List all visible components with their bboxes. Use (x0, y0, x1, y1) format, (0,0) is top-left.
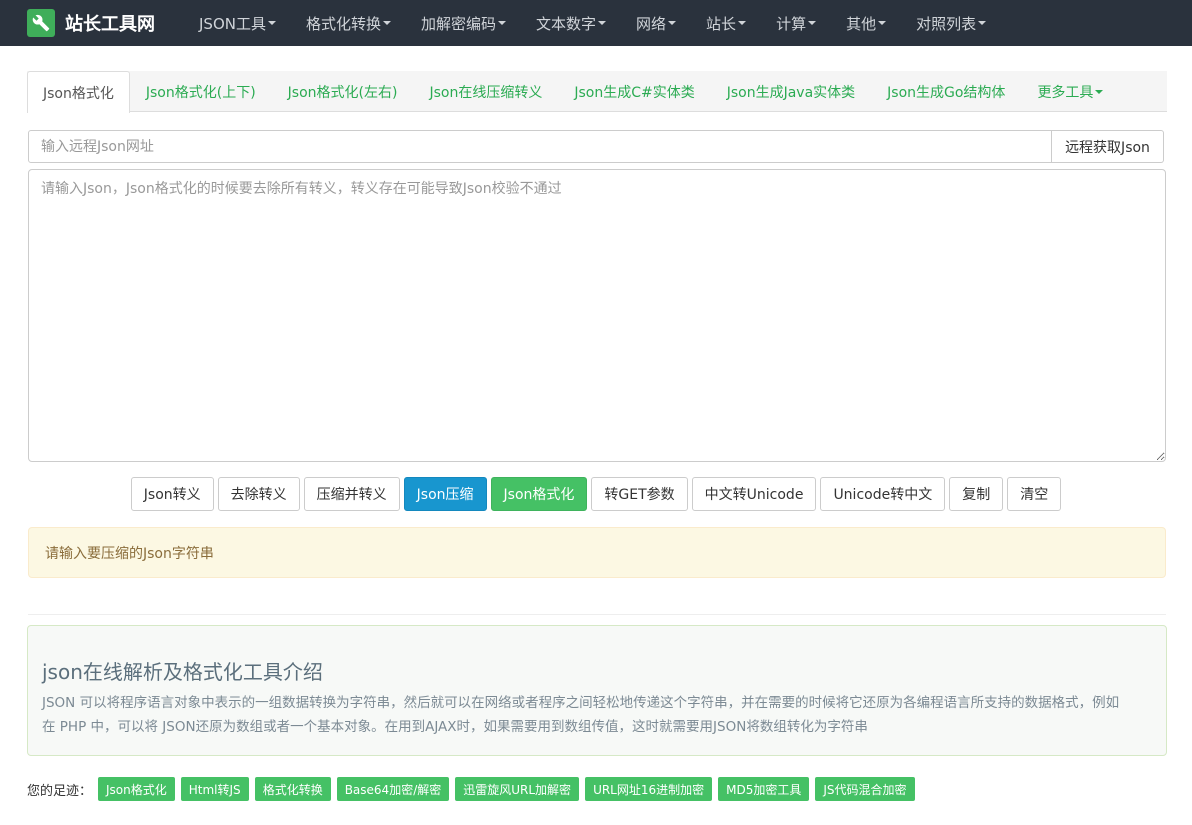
wrench-icon (27, 9, 55, 37)
compress-and-escape-button[interactable]: 压缩并转义 (303, 477, 400, 511)
nav-webmaster[interactable]: 站长 (691, 13, 761, 34)
section-divider (28, 614, 1166, 615)
footprint-link[interactable]: Base64加密/解密 (336, 777, 450, 801)
json-escape-button[interactable]: Json转义 (130, 477, 214, 511)
caret-down-icon (668, 21, 677, 25)
brand-link[interactable]: 站长工具网 (0, 9, 184, 37)
caret-down-icon (878, 21, 887, 25)
json-compress-button[interactable]: Json压缩 (403, 477, 487, 511)
caret-down-icon (267, 21, 276, 25)
tab-json-to-go[interactable]: Json生成Go结构体 (871, 71, 1021, 112)
nav-label: JSON工具 (199, 14, 266, 33)
caret-down-icon (498, 21, 507, 25)
action-buttons: Json转义 去除转义 压缩并转义 Json压缩 Json格式化 转GET参数 … (0, 477, 1192, 511)
caret-down-icon (383, 21, 391, 25)
remote-url-group: 远程获取Json (28, 130, 1164, 163)
unicode-to-chinese-button[interactable]: Unicode转中文 (820, 477, 946, 511)
footprint-link[interactable]: Html转JS (180, 777, 249, 801)
nav-json-tools[interactable]: JSON工具 (184, 13, 291, 34)
remove-escape-button[interactable]: 去除转义 (217, 477, 300, 511)
nav-label: 文本数字 (536, 14, 597, 33)
caret-down-icon (738, 21, 747, 25)
alert-message: 请输入要压缩的Json字符串 (45, 545, 214, 562)
fetch-remote-json-button[interactable]: 远程获取Json (1052, 130, 1164, 163)
footprint-link[interactable]: JS代码混合加密 (815, 777, 915, 801)
brand-name: 站长工具网 (65, 14, 155, 35)
copy-button[interactable]: 复制 (949, 477, 1004, 511)
nav-label: 对照列表 (916, 14, 977, 33)
caret-down-icon (808, 21, 817, 25)
tool-tabs: Json格式化 Json格式化(上下) Json格式化(左右) Json在线压缩… (27, 71, 1167, 113)
nav-other[interactable]: 其他 (831, 13, 901, 34)
nav-label: 站长 (706, 14, 737, 33)
tab-json-format[interactable]: Json格式化 (27, 71, 130, 113)
footprint-link[interactable]: Json格式化 (98, 777, 175, 801)
footprints-bar: 您的足迹： Json格式化 Html转JS 格式化转换 Base64加密/解密 … (27, 777, 921, 801)
nav-label: 网络 (636, 14, 667, 33)
tab-json-format-vertical[interactable]: Json格式化(上下) (130, 71, 272, 112)
intro-text: JSON 可以将程序语言对象中表示的一组数据转换为字符串，然后就可以在网络或者程… (42, 695, 1120, 735)
footprint-link[interactable]: MD5加密工具 (718, 777, 810, 801)
nav-text-number[interactable]: 文本数字 (521, 13, 621, 34)
tab-label: 更多工具 (1037, 85, 1094, 101)
tab-json-to-java[interactable]: Json生成Java实体类 (711, 71, 871, 112)
json-format-button[interactable]: Json格式化 (490, 477, 588, 511)
caret-down-icon (1095, 90, 1104, 94)
to-get-params-button[interactable]: 转GET参数 (591, 477, 688, 511)
json-input-textarea[interactable] (28, 169, 1166, 462)
nav-label: 格式化转换 (305, 14, 381, 33)
footprint-link[interactable]: 迅雷旋风URL加解密 (455, 777, 580, 801)
intro-title: json在线解析及格式化工具介绍 (42, 660, 323, 684)
footprint-link[interactable]: URL网址16进制加密 (585, 777, 713, 801)
intro-panel: json在线解析及格式化工具介绍 JSON 可以将程序语言对象中表示的一组数据转… (27, 625, 1167, 756)
nav-format-convert[interactable]: 格式化转换 (291, 13, 406, 34)
tab-json-format-horizontal[interactable]: Json格式化(左右) (272, 71, 414, 112)
nav-reference-lists[interactable]: 对照列表 (901, 13, 1001, 34)
nav-calculate[interactable]: 计算 (761, 13, 831, 34)
tab-json-compress-escape[interactable]: Json在线压缩转义 (413, 71, 558, 112)
nav-label: 计算 (776, 14, 807, 33)
caret-down-icon (978, 21, 987, 25)
nav-label: 其他 (846, 14, 877, 33)
footprints-label: 您的足迹： (27, 783, 93, 799)
nav-network[interactable]: 网络 (621, 13, 691, 34)
remote-url-input[interactable] (28, 130, 1052, 163)
tab-more-tools[interactable]: 更多工具 (1021, 71, 1119, 112)
top-navbar: 站长工具网 JSON工具 格式化转换 加解密编码 文本数字 网络 站长 计算 其… (0, 0, 1192, 46)
caret-down-icon (598, 21, 607, 25)
clear-button[interactable]: 清空 (1007, 477, 1062, 511)
nav-menu: JSON工具 格式化转换 加解密编码 文本数字 网络 站长 计算 其他 对照列表 (184, 13, 1001, 34)
footprint-link[interactable]: 格式化转换 (254, 777, 331, 801)
tab-json-to-csharp[interactable]: Json生成C#实体类 (558, 71, 710, 112)
chinese-to-unicode-button[interactable]: 中文转Unicode (691, 477, 817, 511)
warning-alert: 请输入要压缩的Json字符串 (28, 527, 1166, 578)
nav-label: 加解密编码 (421, 14, 497, 33)
nav-encrypt-encode[interactable]: 加解密编码 (406, 13, 521, 34)
